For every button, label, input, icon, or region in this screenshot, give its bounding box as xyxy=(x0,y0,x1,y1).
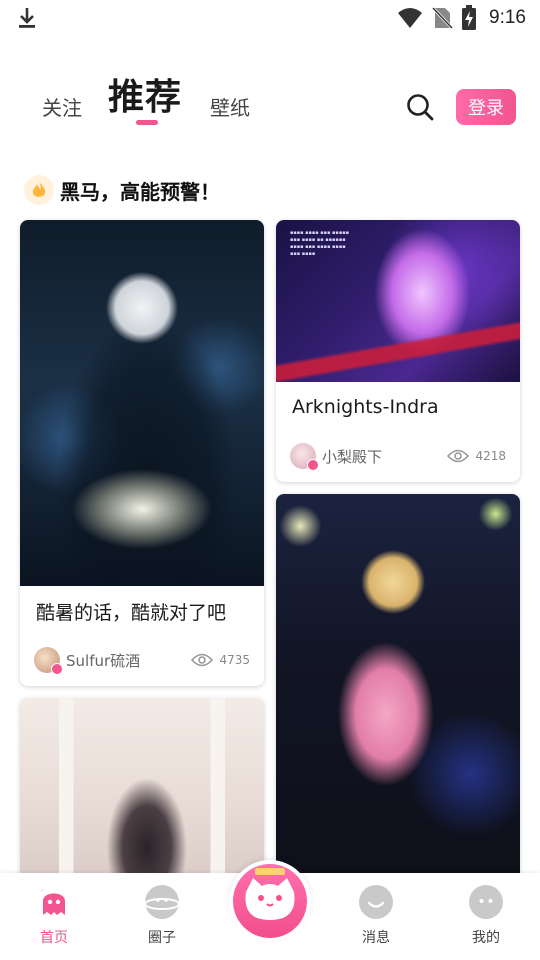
eye-icon xyxy=(447,449,470,463)
login-button[interactable]: 登录 xyxy=(456,89,516,125)
nav-circle[interactable]: 圈子 xyxy=(132,885,192,947)
planet-icon xyxy=(145,885,179,919)
author-name[interactable]: Sulfur硫酒 xyxy=(66,650,191,671)
tab-wallpaper[interactable]: 壁纸 xyxy=(210,92,250,121)
post-title: Arknights-Indra xyxy=(292,396,439,418)
avatar[interactable] xyxy=(34,647,63,675)
avatar[interactable] xyxy=(290,443,319,471)
active-tab-indicator xyxy=(136,120,158,125)
view-count-value: 4735 xyxy=(219,653,250,667)
nav-mine[interactable]: 我的 xyxy=(456,885,516,947)
status-bar: 9:16 xyxy=(0,0,540,38)
verified-badge-icon xyxy=(307,459,319,471)
post-image[interactable] xyxy=(276,494,520,894)
status-time: 9:16 xyxy=(489,7,526,28)
post-image[interactable]: ▪▪▪▪ ▪▪▪▪ ▪▪▪ ▪▪▪▪▪ ▪▪▪ ▪▪▪▪ ▪▪ ▪▪▪▪▪▪ ▪… xyxy=(276,220,520,382)
author-name[interactable]: 小梨殿下 xyxy=(322,446,447,467)
post-card[interactable]: 酷暑的话，酷就对了吧 Sulfur硫酒 4735 xyxy=(20,220,264,686)
view-count: 4218 xyxy=(447,449,506,463)
wifi-icon xyxy=(398,8,423,28)
create-button[interactable] xyxy=(229,860,311,942)
tab-recommend[interactable]: 推荐 xyxy=(108,68,182,120)
eye-icon xyxy=(191,653,214,667)
nav-mine-label: 我的 xyxy=(472,930,500,946)
tab-follow[interactable]: 关注 xyxy=(42,92,82,121)
no-sim-icon xyxy=(431,6,454,30)
post-meta: Sulfur硫酒 4735 xyxy=(34,646,250,675)
nav-circle-label: 圈子 xyxy=(148,930,176,946)
nav-home[interactable]: 首页 xyxy=(24,885,84,947)
view-count: 4735 xyxy=(191,653,250,667)
poster-decoration: ▪▪▪▪ ▪▪▪▪ ▪▪▪ ▪▪▪▪▪ ▪▪▪ ▪▪▪▪ ▪▪ ▪▪▪▪▪▪ ▪… xyxy=(290,230,349,257)
search-icon[interactable] xyxy=(405,92,435,122)
nav-messages-label: 消息 xyxy=(362,930,390,946)
battery-charging-icon xyxy=(462,5,477,30)
post-image[interactable] xyxy=(20,698,264,898)
post-title: 酷暑的话，酷就对了吧 xyxy=(36,602,227,624)
post-image[interactable] xyxy=(20,220,264,586)
post-meta: 小梨殿下 4218 xyxy=(290,442,506,471)
post-card[interactable] xyxy=(20,698,264,898)
verified-badge-icon xyxy=(51,663,63,675)
section-title: 黑马，高能预警！ xyxy=(60,179,220,204)
ghost-home-icon xyxy=(39,887,65,915)
post-card[interactable] xyxy=(276,494,520,894)
chat-bubble-icon xyxy=(359,885,393,919)
cat-create-icon xyxy=(233,864,307,938)
view-count-value: 4218 xyxy=(475,449,506,463)
post-card[interactable]: ▪▪▪▪ ▪▪▪▪ ▪▪▪ ▪▪▪▪▪ ▪▪▪ ▪▪▪▪ ▪▪ ▪▪▪▪▪▪ ▪… xyxy=(276,220,520,482)
section-heading: 黑马，高能预警！ xyxy=(24,174,220,206)
profile-face-icon xyxy=(469,885,503,919)
nav-messages[interactable]: 消息 xyxy=(346,885,406,947)
top-header: 关注 推荐 壁纸 登录 xyxy=(0,62,540,132)
fire-icon xyxy=(24,175,54,205)
nav-home-label: 首页 xyxy=(40,930,68,946)
download-icon xyxy=(19,8,35,28)
